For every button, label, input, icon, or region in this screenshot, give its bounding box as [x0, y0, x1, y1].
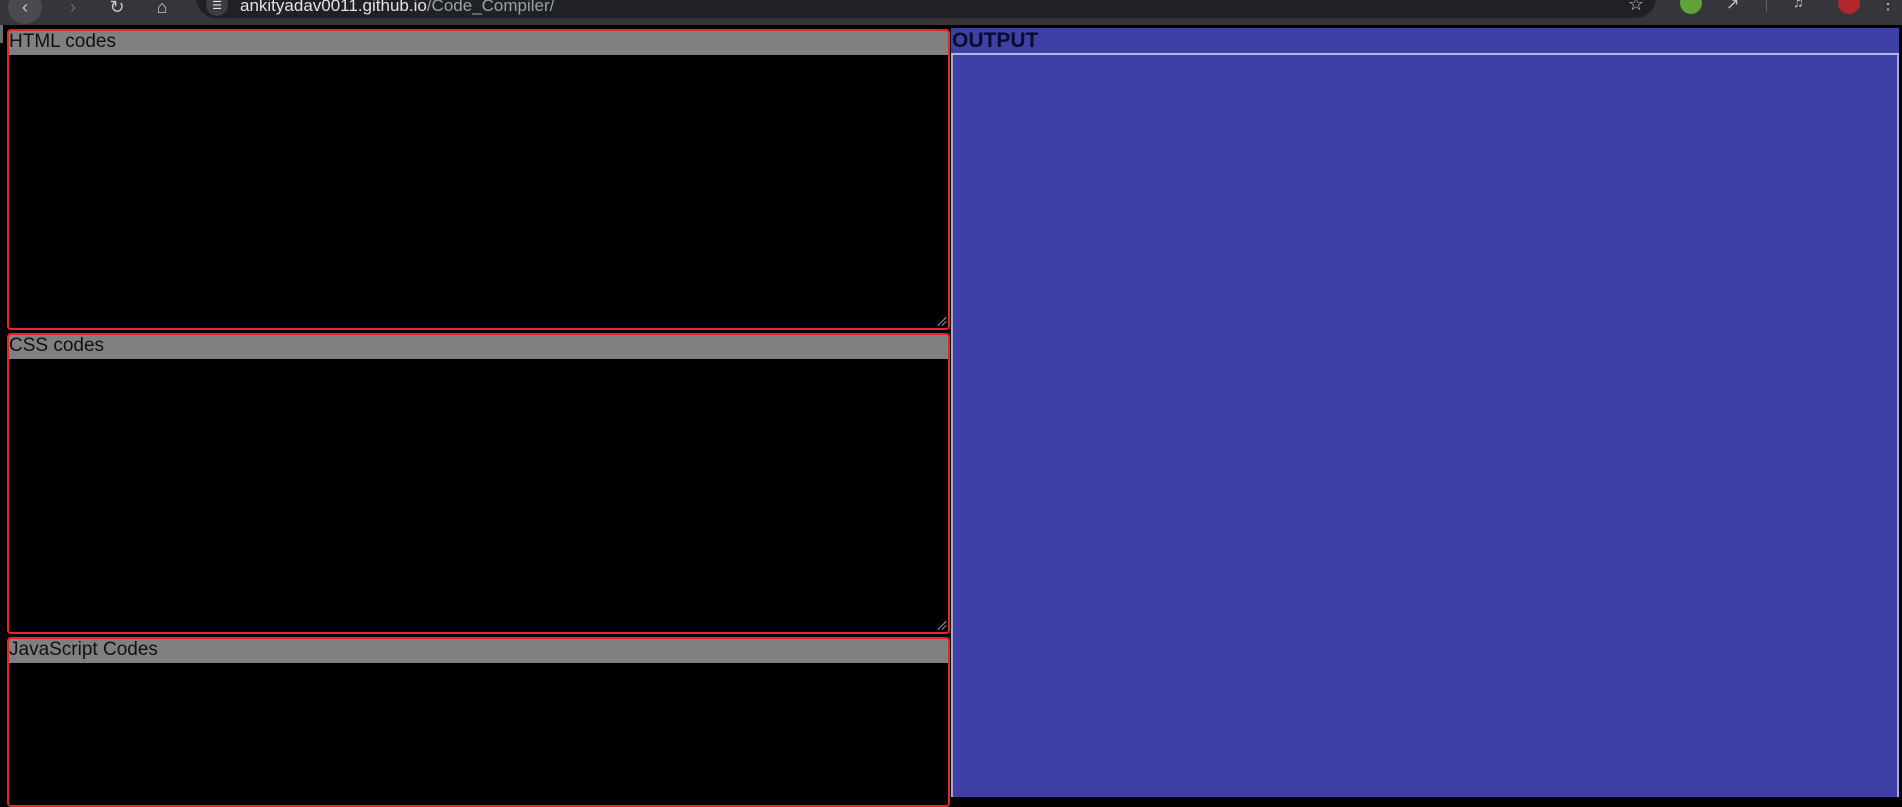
resize-handle-icon[interactable]: [936, 316, 946, 326]
reload-button[interactable]: ↻: [100, 0, 134, 24]
forward-button[interactable]: ›: [56, 0, 90, 24]
share-icon[interactable]: ↗: [1726, 0, 1748, 16]
home-button[interactable]: ⌂: [145, 0, 179, 24]
media-control-icon[interactable]: ♫: [1793, 0, 1815, 16]
toolbar-divider: [1766, 0, 1767, 12]
html-editor-label: HTML codes: [9, 31, 948, 55]
arrow-left-icon: ‹: [22, 0, 28, 17]
output-panel: OUTPUT: [951, 28, 1899, 797]
css-code-textarea[interactable]: [9, 359, 948, 632]
javascript-editor-label: JavaScript Codes: [9, 639, 948, 663]
html-code-textarea[interactable]: [9, 55, 948, 328]
extension-icon[interactable]: [1680, 0, 1702, 14]
output-title: OUTPUT: [951, 28, 1899, 55]
address-bar[interactable]: ☰ ankityadav0011.github.io/Code_Compiler…: [196, 0, 1656, 18]
editor-column: HTML codes CSS codes JavaScript Codes: [0, 25, 952, 807]
site-info-icon[interactable]: ☰: [206, 0, 228, 16]
css-editor-label: CSS codes: [9, 335, 948, 359]
javascript-code-textarea[interactable]: [9, 663, 948, 805]
url-text[interactable]: ankityadav0011.github.io/Code_Compiler/: [240, 0, 554, 16]
javascript-editor-panel: JavaScript Codes: [7, 637, 950, 807]
browser-toolbar: ‹ › ↻ ⌂ ☰ ankityadav0011.github.io/Code_…: [0, 0, 1902, 25]
code-compiler-page: HTML codes CSS codes JavaScript Codes OU…: [0, 25, 1902, 807]
html-editor-panel: HTML codes: [7, 29, 950, 330]
browser-menu-icon[interactable]: ⋮: [1880, 0, 1896, 16]
home-icon: ⌂: [156, 0, 168, 17]
bookmark-star-icon[interactable]: ☆: [1628, 0, 1644, 15]
arrow-right-icon: ›: [70, 0, 76, 17]
css-editor-panel: CSS codes: [7, 333, 950, 634]
back-button[interactable]: ‹: [8, 0, 42, 24]
reload-icon: ↻: [109, 0, 125, 17]
output-preview-frame[interactable]: [951, 55, 1899, 797]
profile-avatar[interactable]: [1838, 0, 1860, 14]
resize-handle-icon[interactable]: [936, 620, 946, 630]
